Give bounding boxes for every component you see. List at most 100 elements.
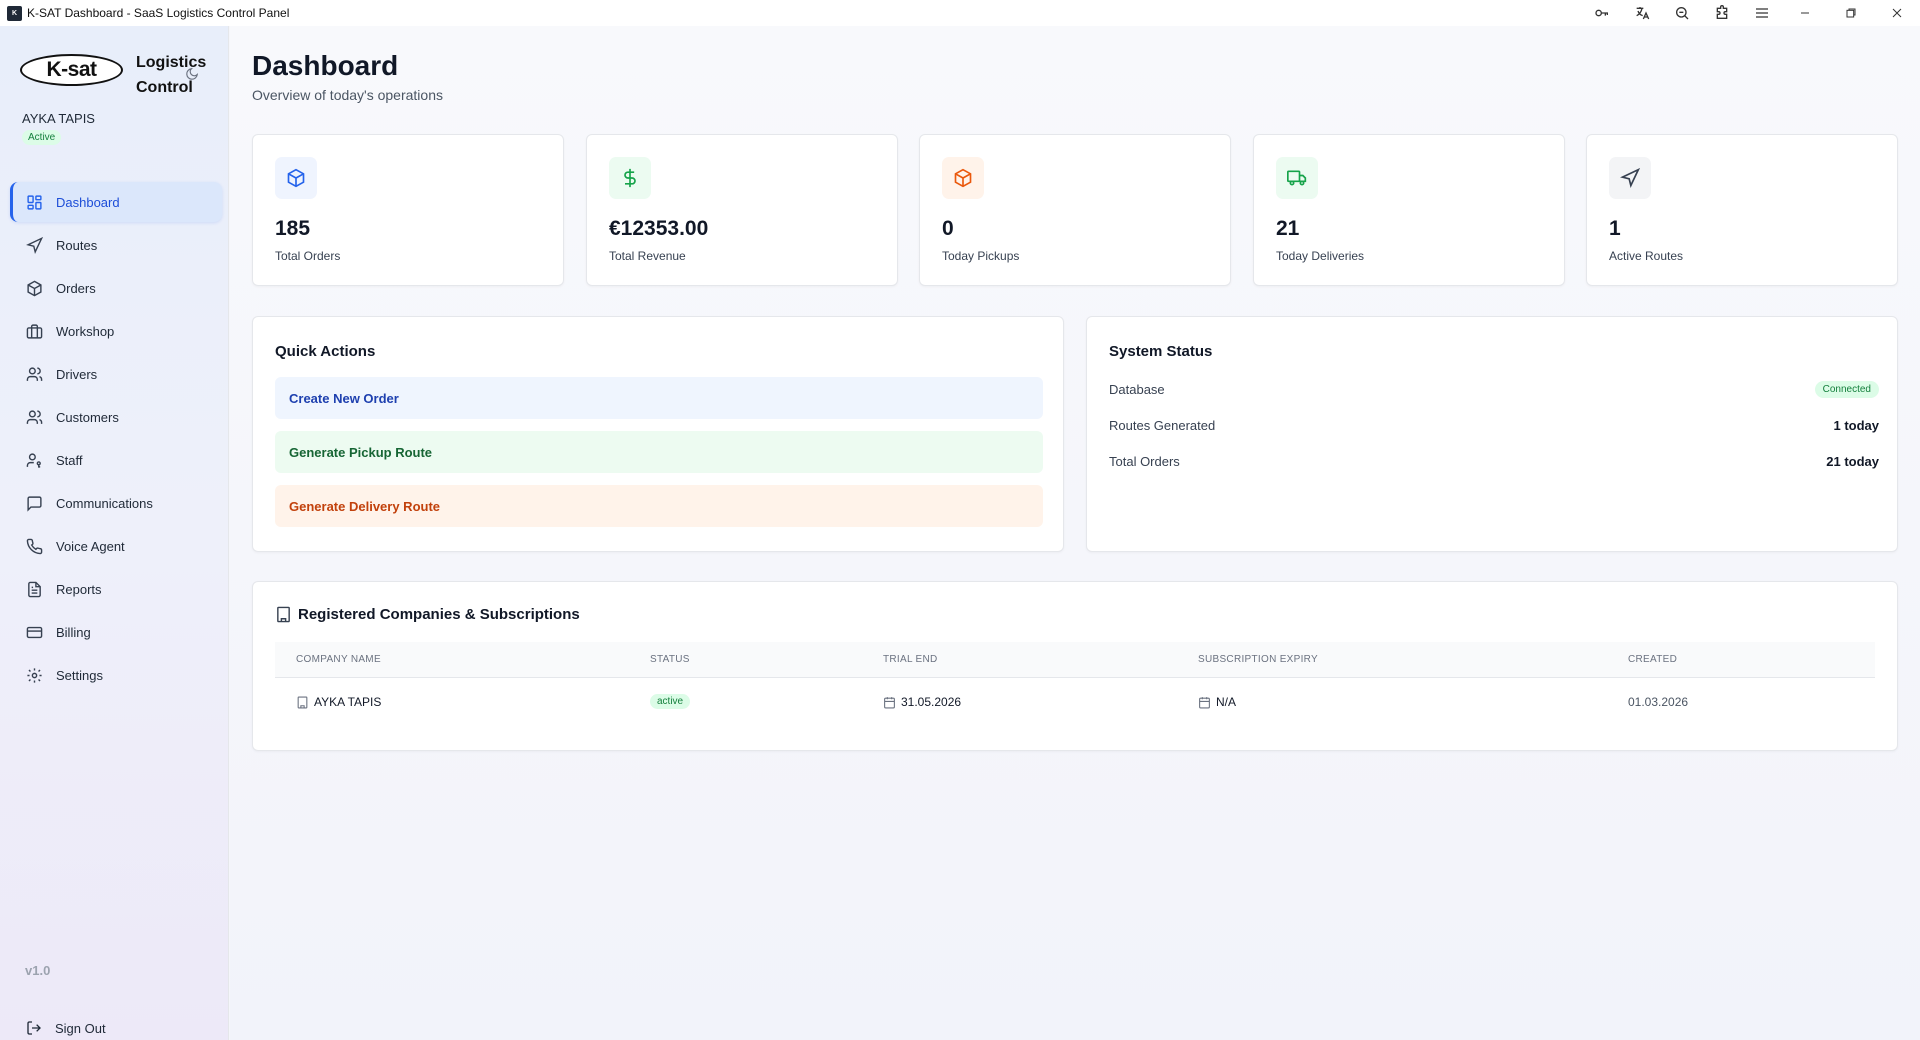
system-status-panel: System Status Database Connected Routes … xyxy=(1086,316,1898,552)
menu-icon[interactable] xyxy=(1742,0,1782,26)
window-titlebar: K K-SAT Dashboard - SaaS Logistics Contr… xyxy=(0,0,1920,26)
credit-card-icon xyxy=(26,626,43,638)
navigation-icon xyxy=(1609,157,1651,199)
create-order-button[interactable]: Create New Order xyxy=(275,377,1043,419)
column-header: STATUS xyxy=(650,654,690,665)
sign-out-button[interactable]: Sign Out xyxy=(26,1020,106,1036)
theme-toggle-icon[interactable] xyxy=(182,64,202,84)
stat-value: €12353.00 xyxy=(609,217,709,240)
quick-actions-panel: Quick Actions Create New Order Generate … xyxy=(252,316,1064,552)
sign-out-icon xyxy=(27,1021,41,1035)
stat-value: 1 xyxy=(1609,217,1621,240)
status-label: Total Orders xyxy=(1109,453,1180,469)
page-title: Dashboard xyxy=(252,50,399,81)
column-header: SUBSCRIPTION EXPIRY xyxy=(1198,654,1318,665)
generate-pickup-route-button[interactable]: Generate Pickup Route xyxy=(275,431,1043,473)
users-icon xyxy=(26,366,43,381)
stat-value: 21 xyxy=(1276,217,1300,240)
sidebar-item-label: Billing xyxy=(56,624,91,640)
app-icon: K xyxy=(7,5,22,21)
table-row[interactable]: AYKA TAPIS active 31.05.2026 N/A 01.03.2… xyxy=(275,678,1875,730)
stat-label: Active Routes xyxy=(1609,249,1684,263)
quick-actions-title: Quick Actions xyxy=(275,343,376,360)
column-header: TRIAL END xyxy=(883,654,938,665)
calendar-icon xyxy=(884,696,895,708)
stat-label: Total Revenue xyxy=(609,249,686,263)
sidebar-item-label: Settings xyxy=(56,667,103,683)
sidebar-item-settings[interactable]: Settings xyxy=(10,655,222,695)
sidebar-item-workshop[interactable]: Workshop xyxy=(10,311,222,351)
minimize-icon[interactable] xyxy=(1782,0,1828,26)
page-subtitle: Overview of today's operations xyxy=(252,87,443,103)
user-name: AYKA TAPIS xyxy=(22,111,95,126)
truck-icon xyxy=(1276,157,1318,199)
stat-card-today-deliveries: 21 Today Deliveries xyxy=(1253,134,1565,286)
trial-end-cell: 31.05.2026 xyxy=(883,695,961,709)
sidebar-item-routes[interactable]: Routes xyxy=(10,225,222,265)
sidebar-item-communications[interactable]: Communications xyxy=(10,483,222,523)
generate-delivery-route-button[interactable]: Generate Delivery Route xyxy=(275,485,1043,527)
file-text-icon xyxy=(28,581,41,597)
status-row-database: Database Connected xyxy=(1109,379,1879,399)
status-label: Routes Generated xyxy=(1109,417,1216,433)
sidebar-item-label: Drivers xyxy=(56,366,98,382)
sidebar-item-orders[interactable]: Orders xyxy=(10,268,222,308)
sidebar-item-label: Routes xyxy=(56,237,98,253)
user-key-icon xyxy=(26,452,41,468)
companies-title: Registered Companies & Subscriptions xyxy=(275,606,580,623)
translate-icon[interactable] xyxy=(1622,0,1662,26)
phone-icon xyxy=(26,538,43,554)
sidebar-item-label: Staff xyxy=(56,452,83,468)
message-icon xyxy=(27,495,42,512)
stat-card-today-pickups: 0 Today Pickups xyxy=(919,134,1231,286)
column-header: COMPANY NAME xyxy=(296,654,381,665)
extensions-icon[interactable] xyxy=(1702,0,1742,26)
status-cell: active xyxy=(650,694,691,709)
system-status-title: System Status xyxy=(1109,343,1213,360)
zoom-icon[interactable] xyxy=(1662,0,1702,26)
dollar-icon xyxy=(609,157,651,199)
status-badge: active xyxy=(650,694,691,709)
status-row-total-orders: Total Orders 21 today xyxy=(1109,451,1879,471)
stat-card-active-routes: 1 Active Routes xyxy=(1586,134,1898,286)
sidebar-item-label: Reports xyxy=(56,581,102,597)
sidebar-item-reports[interactable]: Reports xyxy=(10,569,222,609)
building-icon xyxy=(297,696,308,708)
sidebar-item-voice-agent[interactable]: Voice Agent xyxy=(10,526,222,566)
sidebar-item-dashboard[interactable]: Dashboard xyxy=(10,182,222,222)
sidebar-item-label: Communications xyxy=(56,495,153,511)
close-icon[interactable] xyxy=(1874,0,1920,26)
restore-icon[interactable] xyxy=(1828,0,1874,26)
building-icon xyxy=(277,606,290,623)
briefcase-icon xyxy=(26,323,43,339)
sidebar-item-label: Orders xyxy=(56,280,96,296)
stat-label: Today Deliveries xyxy=(1276,249,1365,263)
window-title: K-SAT Dashboard - SaaS Logistics Control… xyxy=(27,6,290,20)
stat-card-total-orders: 185 Total Orders xyxy=(252,134,564,286)
sidebar-item-staff[interactable]: Staff xyxy=(10,440,222,480)
app-version: v1.0 xyxy=(25,963,51,978)
company-name-cell: AYKA TAPIS xyxy=(296,695,381,709)
main-content: Dashboard Overview of today's operations… xyxy=(230,26,1920,1040)
users-icon xyxy=(26,409,43,424)
sidebar-item-billing[interactable]: Billing xyxy=(10,612,222,652)
status-label: Database xyxy=(1109,381,1165,397)
sidebar: K-sat Logistics Control AYKA TAPIS Activ… xyxy=(0,26,229,1040)
navigation-icon xyxy=(26,236,43,254)
stat-value: 185 xyxy=(275,217,311,240)
status-value: 21 today xyxy=(1826,453,1879,469)
package-icon xyxy=(27,280,42,296)
dashboard-icon xyxy=(27,194,42,210)
key-icon[interactable] xyxy=(1582,0,1622,26)
sign-out-label: Sign Out xyxy=(55,1020,106,1036)
sidebar-item-label: Customers xyxy=(56,409,119,425)
logo: K-sat xyxy=(20,54,125,88)
calendar-icon xyxy=(1199,696,1210,708)
stat-value: 0 xyxy=(942,217,954,240)
companies-panel: Registered Companies & Subscriptions COM… xyxy=(252,581,1898,751)
package-icon xyxy=(275,157,317,199)
gear-icon xyxy=(27,667,42,683)
sidebar-item-customers[interactable]: Customers xyxy=(10,397,222,437)
sidebar-item-drivers[interactable]: Drivers xyxy=(10,354,222,394)
status-value: 1 today xyxy=(1833,417,1879,433)
